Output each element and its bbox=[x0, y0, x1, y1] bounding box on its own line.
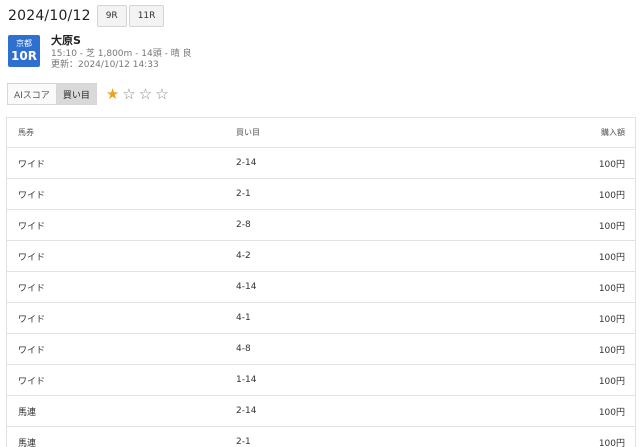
amount-cell: 100円 bbox=[598, 438, 625, 447]
combination-cell: 4-1 bbox=[236, 313, 251, 323]
star-empty-icon: ☆ bbox=[122, 84, 136, 103]
combination-cell: 2-1 bbox=[236, 189, 251, 199]
ticket-type-cell: 馬連 bbox=[18, 407, 37, 418]
race-detail: 15:10 - 芝 1,800m - 14頭 - 晴 良 bbox=[51, 48, 192, 59]
table-row: ワイド 1-14 100円 bbox=[7, 365, 635, 396]
ticket-type-cell: ワイド bbox=[18, 345, 46, 356]
amount-cell: 100円 bbox=[598, 159, 625, 170]
star-filled-icon: ★ bbox=[105, 84, 120, 103]
combination-cell: 2-8 bbox=[236, 220, 251, 230]
table-row: 馬連 2-14 100円 bbox=[7, 396, 635, 427]
date-navigation: 2024/10/12 9R 11R bbox=[8, 4, 165, 28]
star-empty-icon: ☆ bbox=[155, 84, 169, 103]
race-number: 10R bbox=[11, 49, 37, 63]
table-row: ワイド 4-8 100円 bbox=[7, 334, 635, 365]
race-badge: 京都 10R bbox=[8, 35, 40, 67]
ticket-type-cell: ワイド bbox=[18, 159, 46, 170]
table-body: ワイド 2-14 100円 ワイド 2-1 100円 ワイド 2-8 100円 ワイド 4-2 100… bbox=[7, 148, 635, 447]
race-updated: 更新：2024/10/12 14:33 bbox=[51, 59, 159, 70]
tab-ai-score[interactable]: AIスコア bbox=[7, 83, 57, 105]
ticket-type-cell: ワイド bbox=[18, 314, 46, 325]
header-combination: 買い目 bbox=[236, 128, 260, 137]
bets-table: 馬券 買い目 購入額 ワイド 2-14 100円 ワイド 2-1 100円 ワイド 2-8 10… bbox=[6, 117, 636, 447]
tab-row: AIスコア 買い目 ★ ☆ ☆ ☆ bbox=[7, 83, 172, 105]
next-race-button[interactable]: 11R bbox=[128, 5, 165, 27]
table-row: ワイド 4-14 100円 bbox=[7, 272, 635, 303]
amount-cell: 100円 bbox=[598, 314, 625, 325]
ticket-type-cell: ワイド bbox=[18, 252, 46, 263]
race-name: 大原S bbox=[51, 34, 81, 47]
table-row: 馬連 2-1 100円 bbox=[7, 427, 635, 447]
header-ticket-type: 馬券 bbox=[18, 128, 34, 137]
ticket-type-cell: ワイド bbox=[18, 376, 46, 387]
race-venue: 京都 bbox=[16, 39, 32, 48]
table-row: ワイド 2-1 100円 bbox=[7, 179, 635, 210]
prev-race-button[interactable]: 9R bbox=[96, 5, 127, 27]
combination-cell: 2-1 bbox=[236, 437, 251, 447]
header-amount: 購入額 bbox=[601, 128, 625, 137]
table-row: ワイド 2-8 100円 bbox=[7, 210, 635, 241]
combination-cell: 4-14 bbox=[236, 282, 257, 292]
amount-cell: 100円 bbox=[598, 345, 625, 356]
combination-cell: 4-8 bbox=[236, 344, 251, 354]
tab-bets[interactable]: 買い目 bbox=[56, 83, 97, 105]
table-row: ワイド 4-1 100円 bbox=[7, 303, 635, 334]
amount-cell: 100円 bbox=[598, 221, 625, 232]
race-date: 2024/10/12 bbox=[8, 8, 91, 24]
ticket-type-cell: ワイド bbox=[18, 283, 46, 294]
ticket-type-cell: ワイド bbox=[18, 190, 46, 201]
table-row: ワイド 2-14 100円 bbox=[7, 148, 635, 179]
race-info: 京都 10R 大原S 15:10 - 芝 1,800m - 14頭 - 晴 良 … bbox=[8, 34, 192, 70]
amount-cell: 100円 bbox=[598, 283, 625, 294]
amount-cell: 100円 bbox=[598, 190, 625, 201]
amount-cell: 100円 bbox=[598, 407, 625, 418]
combination-cell: 2-14 bbox=[236, 158, 257, 168]
ticket-type-cell: 馬連 bbox=[18, 438, 37, 447]
combination-cell: 1-14 bbox=[236, 375, 257, 385]
amount-cell: 100円 bbox=[598, 252, 625, 263]
rating-stars: ★ ☆ ☆ ☆ bbox=[105, 84, 172, 103]
star-empty-icon: ☆ bbox=[138, 84, 153, 103]
table-row: ワイド 4-2 100円 bbox=[7, 241, 635, 272]
ticket-type-cell: ワイド bbox=[18, 221, 46, 232]
combination-cell: 4-2 bbox=[236, 251, 251, 261]
table-header: 馬券 買い目 購入額 bbox=[7, 118, 635, 148]
amount-cell: 100円 bbox=[598, 376, 625, 387]
race-text: 大原S 15:10 - 芝 1,800m - 14頭 - 晴 良 更新：2024… bbox=[51, 34, 192, 70]
combination-cell: 2-14 bbox=[236, 406, 257, 416]
